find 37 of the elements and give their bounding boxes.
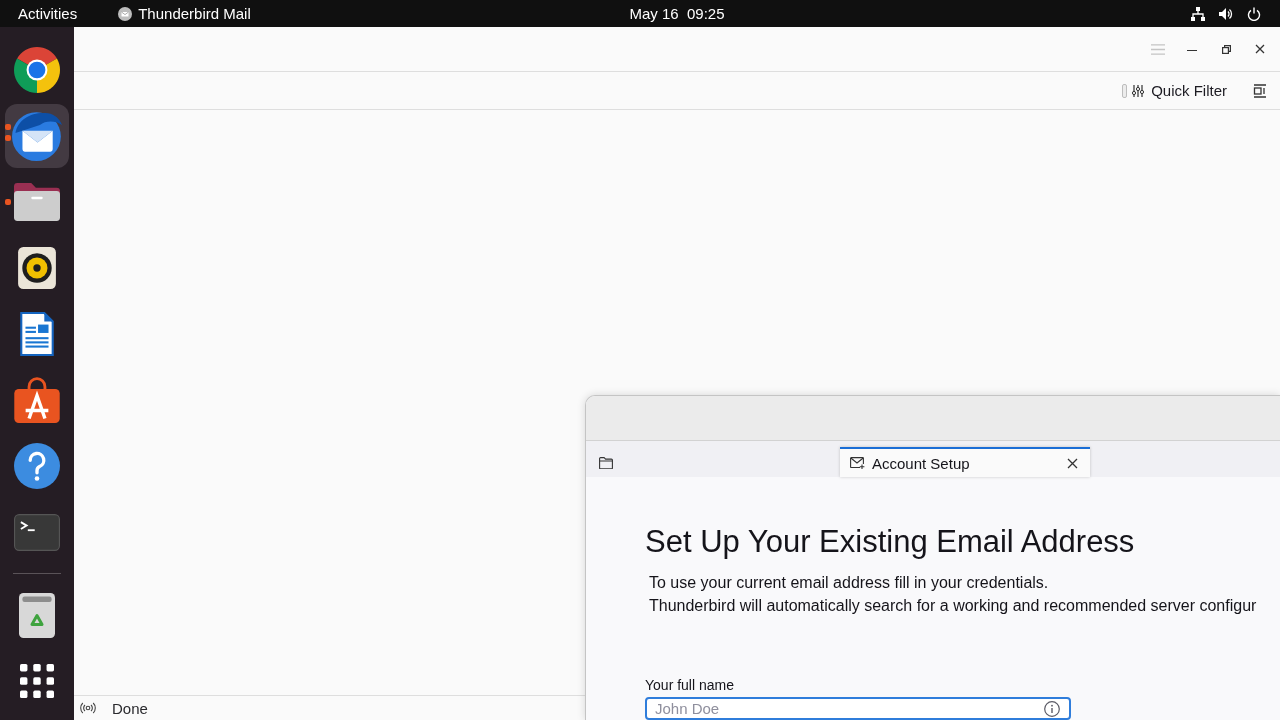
activities-button[interactable]: Activities xyxy=(8,1,88,26)
info-icon xyxy=(1044,701,1060,717)
envelope-plus-icon xyxy=(850,457,865,469)
field-label: Your full name xyxy=(645,676,735,694)
close-icon[interactable] xyxy=(1255,44,1265,54)
volume-icon[interactable] xyxy=(1219,6,1233,21)
shopping-bag-icon[interactable] xyxy=(14,377,60,423)
ring-logo-icon[interactable] xyxy=(14,47,60,93)
envelope-circle-icon xyxy=(118,6,133,21)
broadcast-icon[interactable] xyxy=(80,702,96,714)
quick-filter-button[interactable]: Quick Filter xyxy=(1127,78,1233,103)
app-menu-button[interactable]: Thunderbird Mail xyxy=(108,1,261,26)
focused-app-tile[interactable] xyxy=(5,104,69,168)
description-text: Thunderbird will automatically search for a working and recommended server configur xyxy=(649,596,1258,616)
trash-bin-icon[interactable] xyxy=(19,592,55,638)
description-text: To use your current email address fill in your credentials. xyxy=(649,573,1050,593)
folder-icon xyxy=(599,457,613,469)
sliders-icon xyxy=(1132,84,1145,97)
minimize-icon[interactable] xyxy=(1187,49,1197,52)
terminal-prompt-icon[interactable] xyxy=(14,513,60,551)
network-icon[interactable] xyxy=(1191,6,1205,21)
question-mark-icon[interactable] xyxy=(14,443,60,489)
folder-icon[interactable] xyxy=(14,183,60,221)
app-grid-icon[interactable] xyxy=(20,664,54,698)
status-text: Done xyxy=(112,699,148,717)
dialog-heading: Set Up Your Existing Email Address xyxy=(645,524,1136,560)
collapsed-field[interactable] xyxy=(1122,83,1128,98)
name-input-field[interactable]: John Doe xyxy=(645,697,1071,720)
tab[interactable]: Account Setup xyxy=(840,447,1090,477)
power-icon[interactable] xyxy=(1247,6,1261,21)
maximize-icon[interactable] xyxy=(1221,44,1231,54)
bird-envelope-icon[interactable] xyxy=(12,111,62,161)
layout-icon[interactable] xyxy=(1253,83,1267,98)
speaker-icon[interactable] xyxy=(18,247,56,289)
close-icon[interactable] xyxy=(1067,457,1078,469)
clock-button[interactable]: May 16 09:25 xyxy=(619,1,735,26)
document-icon[interactable] xyxy=(20,312,54,356)
